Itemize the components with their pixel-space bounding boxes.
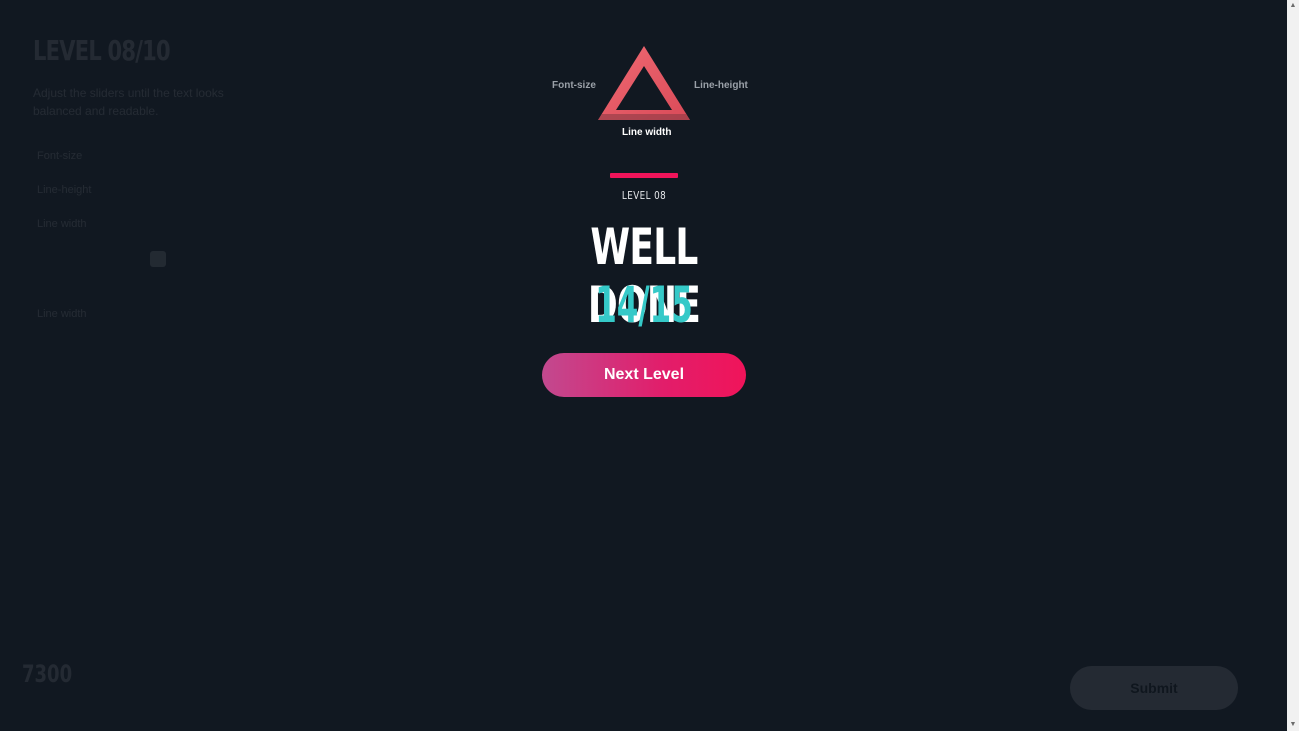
background-control-font-size: Font-size xyxy=(37,150,83,162)
next-level-button[interactable]: Next Level xyxy=(542,353,746,397)
scroll-down-arrow-icon[interactable]: ▼ xyxy=(1287,719,1299,731)
diagram-label-line-height: Line-height xyxy=(694,80,748,91)
background-slider-knob xyxy=(150,251,166,267)
background-control-line-height: Line-height xyxy=(37,184,92,196)
background-control-line-width: Line width xyxy=(37,218,87,230)
background-counter: 7300 xyxy=(22,660,73,688)
game-screen: LEVEL 08/10 Adjust the sliders until the… xyxy=(0,0,1287,731)
result-score: 14/15 xyxy=(595,276,693,334)
background-slider-label: Line width xyxy=(37,308,87,320)
background-submit-button: Submit xyxy=(1070,666,1238,710)
scroll-up-arrow-icon[interactable]: ▲ xyxy=(1287,0,1299,12)
level-label: LEVEL 08 xyxy=(621,189,667,202)
diagram-label-line-width: Line width xyxy=(622,127,672,138)
triangle-icon xyxy=(598,46,690,120)
triangle-diagram xyxy=(596,44,692,122)
accent-divider xyxy=(610,173,678,178)
background-level-title: LEVEL 08/10 xyxy=(33,34,171,67)
vertical-scrollbar[interactable]: ▲ ▼ xyxy=(1287,0,1299,731)
diagram-label-font-size: Font-size xyxy=(552,80,596,91)
background-description: Adjust the sliders until the text looks … xyxy=(33,86,224,118)
